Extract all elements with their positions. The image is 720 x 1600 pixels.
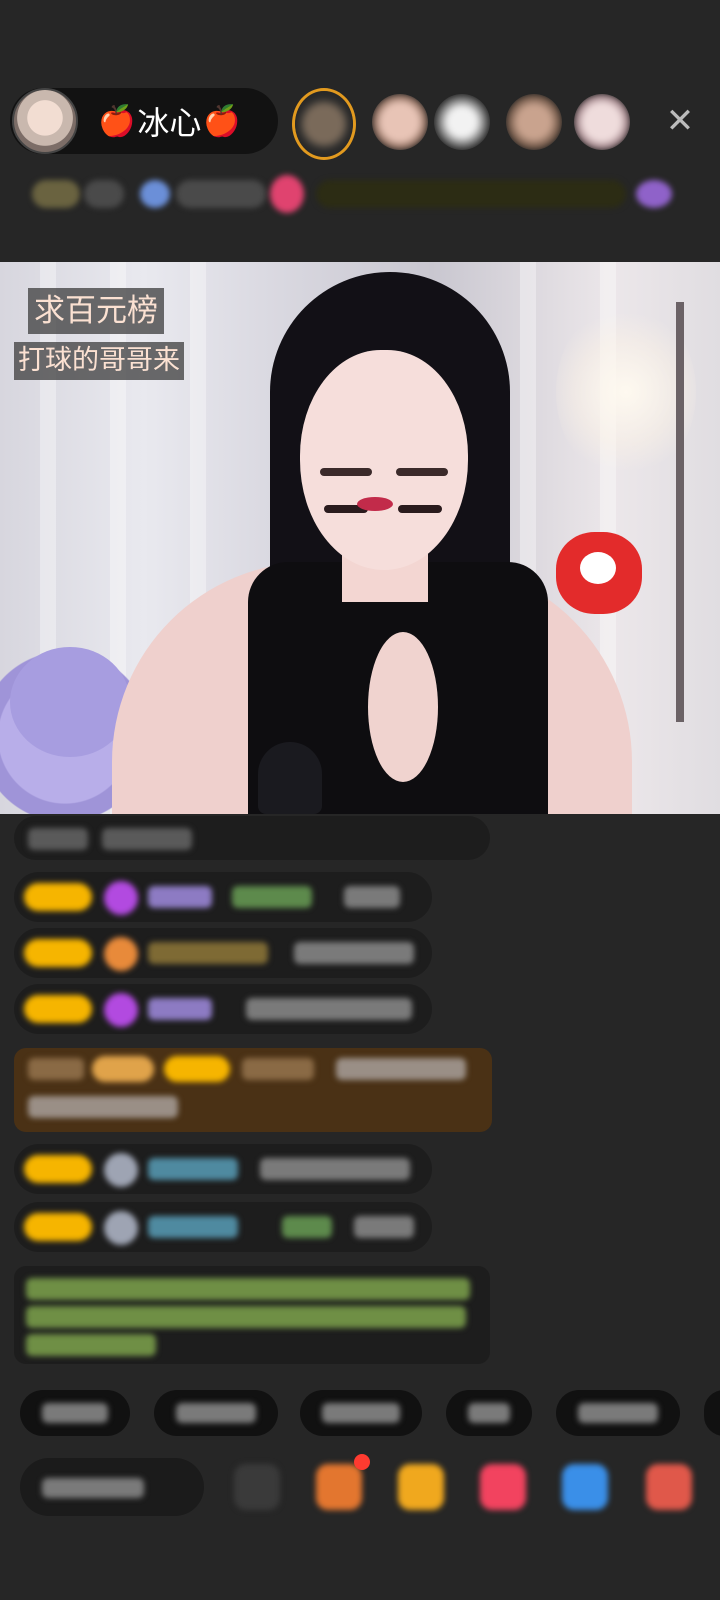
host-name: 🍎 冰心 🍎 — [98, 98, 241, 144]
viewer-avatar[interactable] — [372, 94, 428, 150]
viewer-avatar[interactable] — [574, 94, 630, 150]
quick-phrase-chip[interactable] — [446, 1390, 532, 1436]
close-icon[interactable]: ✕ — [660, 101, 700, 141]
level-badge — [24, 939, 92, 967]
red-toy — [556, 532, 642, 614]
lips — [357, 497, 393, 511]
quick-phrase-chip[interactable] — [154, 1390, 278, 1436]
quick-phrase-chip[interactable] — [556, 1390, 680, 1436]
host-name-text: 冰心 — [137, 104, 202, 142]
chat-message[interactable] — [14, 1202, 432, 1252]
streamer-face — [300, 350, 468, 570]
activity-ticker[interactable] — [316, 180, 626, 208]
system-notice — [14, 1266, 490, 1364]
lamp — [556, 302, 696, 482]
viewer-avatar[interactable] — [506, 94, 562, 150]
chat-message[interactable] — [14, 984, 432, 1034]
rank-info — [84, 180, 124, 208]
overlay-caption: 求百元榜 — [28, 288, 164, 334]
overlay-caption: 打球的哥哥来 — [14, 342, 184, 380]
level-badge — [24, 1213, 92, 1241]
level-badge — [24, 883, 92, 911]
stream-status-row — [0, 170, 720, 220]
heart-icon[interactable] — [480, 1464, 526, 1510]
quick-phrase-chip[interactable] — [704, 1390, 720, 1436]
host-info-pill[interactable]: 🍎 冰心 🍎 — [10, 88, 278, 154]
lamp-pole — [676, 302, 684, 722]
fans-info — [176, 180, 266, 208]
chat-input[interactable] — [20, 1458, 204, 1516]
gift-icon[interactable] — [646, 1464, 692, 1510]
fan-icon — [104, 937, 138, 971]
task-icon[interactable] — [316, 1464, 362, 1510]
gem-icon — [104, 993, 138, 1027]
emoji-icon[interactable] — [234, 1464, 280, 1510]
level-badge — [24, 1155, 92, 1183]
game-icon[interactable] — [562, 1464, 608, 1510]
gem-icon — [104, 881, 138, 915]
microphone — [258, 742, 322, 814]
streamer-top-cutout — [368, 632, 438, 782]
chat-message[interactable] — [14, 1144, 432, 1194]
viewer-avatar[interactable] — [434, 94, 490, 150]
rank-badge[interactable] — [32, 180, 80, 208]
gift-bag-icon[interactable] — [398, 1464, 444, 1510]
eye — [398, 505, 442, 513]
gift-icon[interactable] — [636, 180, 672, 208]
chat-message-highlighted[interactable] — [14, 1048, 492, 1132]
apple-icon: 🍎 — [98, 103, 136, 139]
host-avatar[interactable] — [12, 88, 78, 154]
quick-phrase-chip[interactable] — [300, 1390, 422, 1436]
brow — [320, 468, 372, 476]
brow — [396, 468, 448, 476]
live-video[interactable]: 求百元榜 打球的哥哥来 — [0, 262, 720, 814]
user-icon — [104, 1153, 138, 1187]
level-badge — [24, 995, 92, 1023]
chat-message[interactable] — [14, 928, 432, 978]
fans-icon — [140, 180, 170, 208]
top-viewer-avatar[interactable] — [292, 88, 356, 160]
quick-phrase-chip[interactable] — [20, 1390, 130, 1436]
teddy-bear-head — [10, 647, 130, 757]
user-icon — [104, 1211, 138, 1245]
chat-message[interactable] — [14, 872, 432, 922]
follow-icon[interactable] — [270, 175, 304, 213]
chat-message[interactable] — [14, 816, 490, 860]
notification-dot — [354, 1454, 370, 1470]
apple-icon: 🍎 — [203, 103, 241, 139]
